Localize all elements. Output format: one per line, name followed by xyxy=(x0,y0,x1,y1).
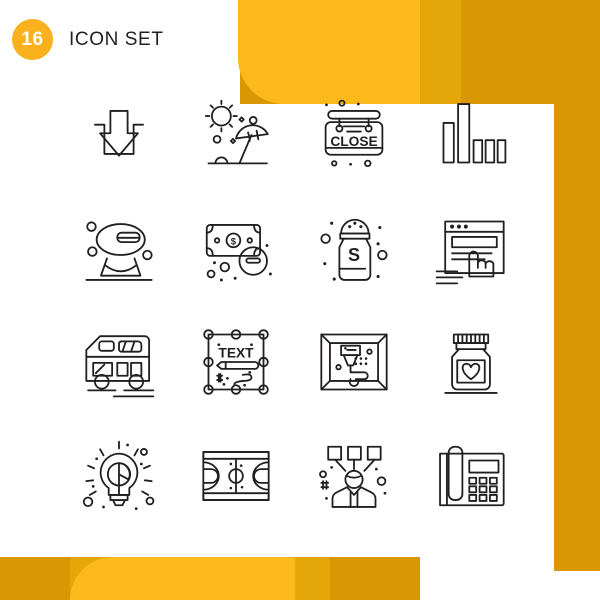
text-edit-icon[interactable]: TEXT xyxy=(193,319,279,405)
icon-cell-1[interactable] xyxy=(60,78,178,192)
bar-chart-icon[interactable] xyxy=(428,92,514,178)
beach-umbrella-icon[interactable] xyxy=(193,92,279,178)
decorative-ribbon-mid-bottom xyxy=(70,557,330,600)
basketball-court-icon[interactable] xyxy=(193,433,279,519)
decorative-ribbon-bottom xyxy=(70,557,292,600)
icon-grid: CLOSE $ S TEXT xyxy=(60,78,530,533)
icon-cell-7[interactable]: S xyxy=(295,192,413,306)
icon-cell-2[interactable] xyxy=(178,78,296,192)
icon-cell-16[interactable] xyxy=(413,419,531,533)
icon-cell-5[interactable] xyxy=(60,192,178,306)
money-minus-icon[interactable]: $ xyxy=(193,206,279,292)
engraving-machine-icon[interactable] xyxy=(311,319,397,405)
icon-cell-9[interactable] xyxy=(60,306,178,420)
icon-cell-6[interactable]: $ xyxy=(178,192,296,306)
dollar-symbol: $ xyxy=(231,236,237,247)
icon-cell-3[interactable]: CLOSE xyxy=(295,78,413,192)
close-sign-icon[interactable]: CLOSE xyxy=(311,92,397,178)
decorative-ribbon-top-cap xyxy=(238,0,284,60)
icon-cell-4[interactable] xyxy=(413,78,531,192)
icon-cell-14[interactable] xyxy=(178,419,296,533)
idea-chart-bulb-icon[interactable] xyxy=(76,433,162,519)
text-label: TEXT xyxy=(219,346,255,361)
heart-jar-icon[interactable] xyxy=(428,319,514,405)
icon-cell-15[interactable] xyxy=(295,419,413,533)
icon-cell-12[interactable] xyxy=(413,306,531,420)
office-phone-icon[interactable] xyxy=(428,433,514,519)
decorative-right-border xyxy=(554,0,600,571)
bus-van-icon[interactable] xyxy=(76,319,162,405)
icon-cell-13[interactable] xyxy=(60,419,178,533)
person-skills-icon[interactable] xyxy=(311,433,397,519)
icon-cell-10[interactable]: TEXT xyxy=(178,306,296,420)
decorative-bottom-border xyxy=(0,557,420,600)
download-icon[interactable] xyxy=(76,92,162,178)
decorative-ribbon-bottom-cap xyxy=(115,557,295,600)
icon-cell-11[interactable] xyxy=(295,306,413,420)
icon-cell-8[interactable] xyxy=(413,192,531,306)
page-title: ICON SET xyxy=(69,28,164,50)
salt-letter: S xyxy=(348,245,360,265)
close-sign-label: CLOSE xyxy=(330,134,377,149)
salt-shaker-icon[interactable]: S xyxy=(311,206,397,292)
browser-click-icon[interactable] xyxy=(428,206,514,292)
computer-mouse-icon[interactable] xyxy=(76,206,162,292)
icon-count-badge: 16 xyxy=(12,19,53,60)
icon-set-poster: 16 ICON SET CLOSE $ S TEXT xyxy=(0,0,600,600)
poster-header: 16 ICON SET xyxy=(12,19,164,60)
